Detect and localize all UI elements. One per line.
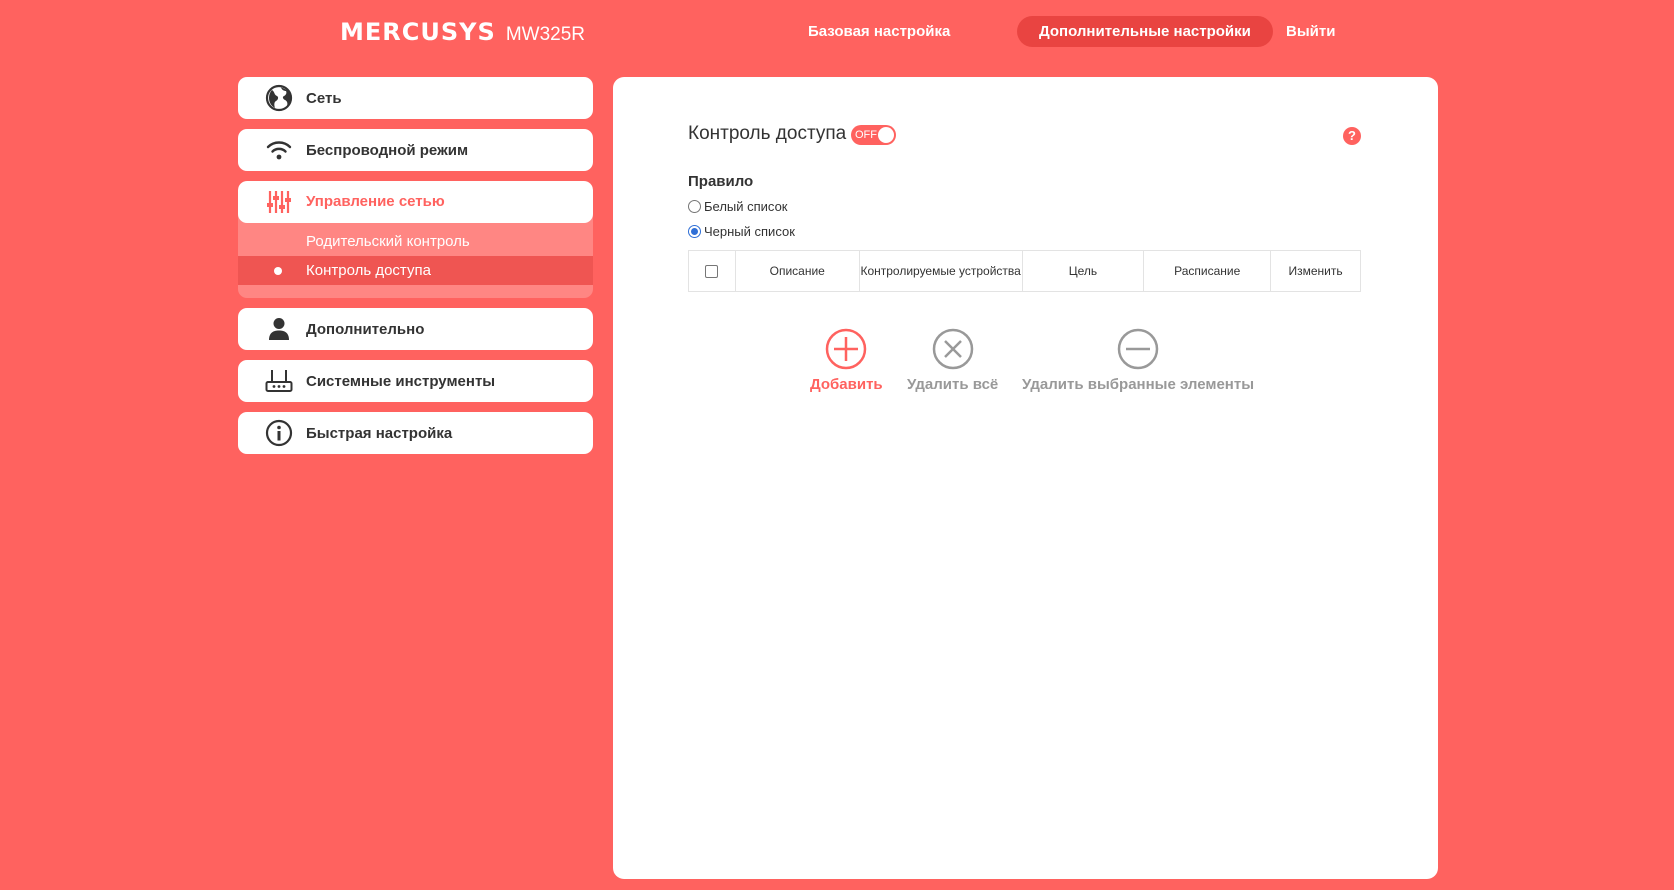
- whitelist-radio[interactable]: [688, 200, 701, 213]
- delete-all-button[interactable]: Удалить всё: [907, 328, 998, 393]
- sidebar-item-label: Управление сетью: [306, 193, 445, 210]
- select-all-cell: [688, 250, 736, 292]
- column-target: Цель: [1021, 250, 1145, 292]
- nav-logout[interactable]: Выйти: [1264, 16, 1357, 47]
- sidebar-item-wireless[interactable]: Беспроводной режим: [238, 129, 593, 171]
- nav-advanced-settings[interactable]: Дополнительные настройки: [1017, 16, 1273, 47]
- logo-brand: MERCUSYS: [340, 18, 496, 46]
- sidebar-subitem-access-control[interactable]: Контроль доступа: [238, 256, 593, 285]
- rule-label: Правило: [688, 173, 754, 190]
- sidebar-item-network-control[interactable]: Управление сетью: [238, 181, 593, 223]
- add-label: Добавить: [810, 376, 883, 393]
- sidebar-item-label: Беспроводной режим: [306, 141, 469, 159]
- column-schedule: Расписание: [1143, 250, 1272, 292]
- delete-all-label: Удалить всё: [907, 376, 999, 393]
- toggle-state-label: OFF: [855, 129, 877, 141]
- main-panel: Контроль доступа OFF ? Правило Белый спи…: [613, 77, 1438, 879]
- table-header-row: Описание Контролируемые устройства Цель …: [688, 250, 1361, 292]
- minus-circle-icon: [1117, 328, 1159, 370]
- column-description: Описание: [734, 250, 860, 292]
- sidebar-item-quick-setup[interactable]: Быстрая настройка: [238, 412, 593, 454]
- blacklist-radio[interactable]: [688, 225, 701, 238]
- help-icon[interactable]: ?: [1343, 127, 1361, 145]
- plus-circle-icon: [826, 328, 867, 370]
- column-controlled-devices: Контролируемые устройства: [858, 250, 1023, 292]
- active-dot: [274, 267, 282, 275]
- blacklist-label: Черный список: [704, 224, 795, 239]
- sidebar-item-advanced[interactable]: Дополнительно: [238, 308, 593, 350]
- nav-basic-settings[interactable]: Базовая настройка: [786, 16, 972, 47]
- access-control-toggle[interactable]: OFF: [851, 125, 896, 145]
- rules-table: Описание Контролируемые устройства Цель …: [688, 250, 1361, 292]
- delete-selected-label: Удалить выбранные элементы: [1022, 376, 1255, 393]
- rule-option-blacklist[interactable]: Черный список: [688, 224, 795, 239]
- sidebar-item-label: Сеть: [306, 89, 342, 107]
- sidebar-item-label: Системные инструменты: [306, 372, 496, 390]
- sliders-icon: [264, 188, 294, 216]
- sidebar-item-system-tools[interactable]: Системные инструменты: [238, 360, 593, 402]
- select-all-checkbox[interactable]: [705, 265, 719, 279]
- logo-model: MW325R: [505, 24, 585, 45]
- sidebar-item-network[interactable]: Сеть: [238, 77, 593, 119]
- sidebar-item-label: Быстрая настройка: [306, 424, 453, 442]
- rule-option-whitelist[interactable]: Белый список: [688, 199, 788, 214]
- toggle-knob: [878, 127, 894, 143]
- top-header: MERCUSYS MW325R Базовая настройка Дополн…: [0, 0, 1674, 66]
- whitelist-label: Белый список: [704, 199, 788, 214]
- router-icon: [264, 367, 294, 395]
- sidebar-item-label: Дополнительно: [306, 320, 425, 338]
- x-circle-icon: [932, 328, 973, 370]
- info-icon: [264, 419, 294, 447]
- globe-icon: [264, 84, 294, 112]
- page-title: Контроль доступа: [688, 123, 847, 144]
- sidebar-subitem-parental-control[interactable]: Родительский контроль: [238, 227, 593, 256]
- logo: MERCUSYS MW325R: [340, 18, 585, 46]
- sidebar-subitem-label: Контроль доступа: [306, 262, 431, 279]
- column-edit: Изменить: [1270, 250, 1361, 292]
- sidebar-group-network-control: Управление сетью Родительский контроль К…: [238, 181, 593, 298]
- user-icon: [264, 315, 294, 343]
- add-button[interactable]: Добавить: [810, 328, 883, 393]
- wifi-icon: [264, 136, 294, 164]
- delete-selected-button[interactable]: Удалить выбранные элементы: [1022, 328, 1254, 393]
